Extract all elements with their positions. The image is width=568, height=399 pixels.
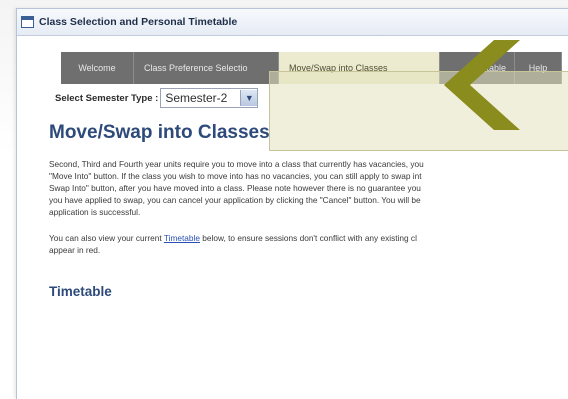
timetable-link[interactable]: Timetable	[164, 233, 200, 243]
instructions-line-1: Second, Third and Fourth year units requ…	[49, 159, 424, 169]
semester-label: Select Semester Type :	[55, 92, 159, 104]
semester-select[interactable]: Semester-2 ▼	[160, 88, 259, 108]
timetable-note-line-2: appear in red.	[49, 245, 101, 255]
window-titlebar: Class Selection and Personal Timetable	[17, 9, 568, 36]
instructions-line-5: application is successful.	[49, 207, 141, 217]
pointer-arrow-icon	[444, 40, 520, 130]
window-title: Class Selection and Personal Timetable	[39, 16, 238, 28]
timetable-note-paragraph: You can also view your current Timetable…	[49, 232, 568, 256]
timetable-note-line-1: You can also view your current Timetable…	[49, 232, 568, 244]
arrow-chevron-shape	[444, 40, 520, 130]
timetable-section-heading: Timetable	[49, 284, 112, 299]
instructions-line-2: "Move Into" button. If the class you wis…	[49, 171, 422, 181]
timetable-note-text-before: You can also view your current	[49, 233, 164, 243]
instructions-paragraph: Second, Third and Fourth year units requ…	[49, 158, 568, 218]
instructions-line-4: you have applied to swap, you can cancel…	[49, 195, 421, 205]
tab-class-preference-selection[interactable]: Class Preference Selectio	[134, 52, 279, 84]
semester-selected-value: Semester-2	[165, 91, 228, 105]
window-icon	[21, 16, 34, 28]
instructions-line-3: Swap Into" button, after you have moved …	[49, 183, 421, 193]
chevron-down-icon[interactable]: ▼	[240, 90, 258, 106]
timetable-note-text-after: below, to ensure sessions don't conflict…	[199, 233, 417, 243]
tab-welcome[interactable]: Welcome	[61, 52, 134, 84]
